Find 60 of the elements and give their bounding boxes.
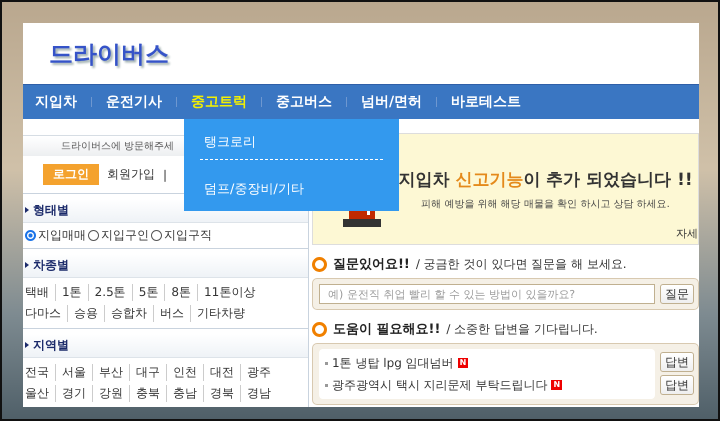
filter-link[interactable]: 버스 (160, 305, 184, 322)
help-link[interactable]: 광주광역시 택시 지리문제 부탁드립니다 (332, 376, 548, 394)
filter-link[interactable]: 인천 (173, 364, 197, 381)
circle-icon (312, 322, 327, 336)
filter-link[interactable]: 전국 (25, 364, 49, 381)
help-link[interactable]: 1톤 냉탑 lpg 임대넘버 (332, 354, 454, 372)
section-title: 도움이 필요해요!! (333, 321, 440, 338)
radio-option[interactable]: 지입구인 (88, 227, 149, 244)
section-title: 질문있어요!! (333, 256, 410, 273)
filter-link[interactable]: 1톤 (62, 284, 82, 301)
filter-link[interactable]: 대구 (136, 364, 160, 381)
section-description: / 궁금한 것이 있다면 질문을 해 보세요. (416, 256, 627, 272)
section-description: / 소중한 답변을 기다립니다. (446, 320, 598, 338)
bullet-icon (325, 362, 328, 364)
nav-tab[interactable]: 운전기사 (106, 93, 162, 111)
section-title: 차종별 (33, 256, 69, 274)
filter-link[interactable]: 승합차 (111, 305, 147, 322)
question-button[interactable]: 질문 (660, 284, 694, 304)
nav-tab[interactable]: 지입차 (35, 93, 77, 111)
filter-link[interactable]: 5톤 (138, 284, 158, 301)
welcome-text: 드라이버스에 방문해주세 (61, 140, 174, 153)
nav-tab[interactable]: 중고트럭 (191, 93, 247, 111)
filter-link[interactable]: 다마스 (25, 305, 61, 322)
radio-option[interactable]: 지입구직 (151, 227, 212, 244)
new-badge: N (551, 380, 562, 390)
bullet-icon (325, 384, 328, 386)
answer-button[interactable]: 답변 (660, 375, 694, 395)
filter-link[interactable]: 강원 (99, 385, 123, 402)
new-badge: N (458, 358, 468, 368)
filter-link[interactable]: 11톤이상 (204, 284, 256, 301)
filter-link[interactable]: 경남 (247, 385, 271, 402)
more-link[interactable]: 자세 (676, 226, 698, 240)
filter-link[interactable]: 택배 (25, 284, 49, 301)
radio-option[interactable]: 지입매매 (25, 227, 86, 244)
notice-subtitle: 피해 예방을 위해 해당 매물을 확인 하시고 상담 하세요. (421, 198, 670, 210)
question-input[interactable]: 예) 운전직 취업 빨리 할 수 있는 방법이 있을까요? (319, 284, 655, 304)
filter-link[interactable]: 대전 (210, 364, 234, 381)
circle-icon (312, 256, 327, 272)
nav-tab[interactable]: 넘버/면허 (361, 93, 422, 111)
filter-link[interactable]: 울산 (25, 385, 49, 402)
filter-link[interactable]: 경북 (210, 385, 234, 402)
signup-link[interactable]: 회원가입 (107, 166, 155, 183)
filter-link[interactable]: 충남 (173, 385, 197, 402)
site-logo[interactable]: 드라이버스 (49, 38, 169, 70)
notice-title: 지입차 신고기능이 추가 되었습니다 !! (398, 168, 693, 190)
separator: | (163, 168, 168, 182)
nav-tab[interactable]: 바로테스트 (451, 93, 522, 111)
section-title: 형태별 (33, 202, 69, 218)
filter-link[interactable]: 2.5톤 (94, 284, 126, 301)
filter-link[interactable]: 광주 (247, 364, 271, 381)
nav-tab[interactable]: 중고버스 (276, 93, 332, 111)
filter-link[interactable]: 충북 (136, 385, 160, 402)
answer-button[interactable]: 답변 (660, 352, 694, 372)
filter-link[interactable]: 8톤 (171, 284, 192, 301)
section-title: 지역별 (33, 336, 69, 354)
filter-link[interactable]: 기타차량 (197, 305, 245, 322)
filter-link[interactable]: 서울 (62, 364, 86, 381)
filter-link[interactable]: 경기 (62, 385, 86, 402)
filter-link[interactable]: 부산 (99, 364, 123, 381)
filter-link[interactable]: 승용 (74, 305, 98, 322)
